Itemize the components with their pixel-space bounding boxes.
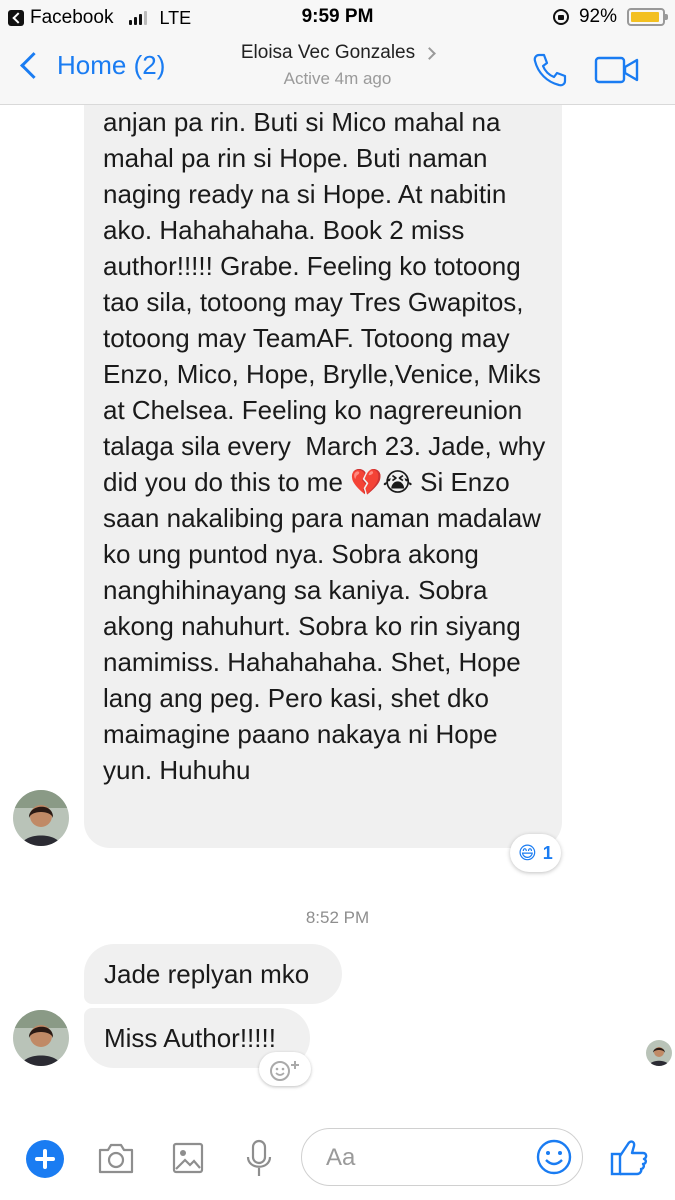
emoji-icon[interactable] [534, 1137, 574, 1177]
message-text: Jade replyan mko [104, 959, 310, 989]
contact-avatar[interactable] [13, 1010, 69, 1066]
contact-title[interactable]: Eloisa Vec Gonzales Active 4m ago [0, 42, 675, 89]
message-input[interactable]: Aa [301, 1128, 583, 1186]
active-status: Active 4m ago [283, 69, 392, 88]
add-reaction-button[interactable] [259, 1052, 311, 1086]
message-text: Miss Author!!!!! [104, 1023, 276, 1053]
rotation-lock-icon [552, 9, 569, 25]
avatar-photo-icon [13, 790, 69, 846]
reaction-count: 1 [542, 842, 553, 863]
thumbs-up-icon[interactable] [608, 1136, 650, 1178]
microphone-icon[interactable] [244, 1138, 274, 1178]
video-call-icon[interactable] [594, 54, 640, 86]
message-bubble-long[interactable]: anjan pa rin. Buti si Mico mahal na maha… [84, 60, 562, 848]
conversation-header: Home (2) Eloisa Vec Gonzales Active 4m a… [0, 34, 675, 105]
add-reaction-icon [270, 1061, 299, 1081]
camera-icon[interactable] [96, 1140, 136, 1176]
seen-photo-icon [646, 1040, 672, 1066]
chevron-right-icon [423, 46, 436, 60]
contact-name: Eloisa Vec Gonzales [240, 42, 416, 63]
image-gallery-icon[interactable] [171, 1140, 205, 1176]
contact-avatar[interactable] [13, 790, 69, 846]
message-bubble[interactable]: Jade replyan mko [84, 944, 342, 1004]
battery-percent: 92% [578, 6, 617, 27]
status-bar: Facebook LTE 9:59 PM 92% [0, 0, 675, 34]
timestamp: 8:52 PM [305, 908, 370, 927]
seen-avatar [646, 1040, 672, 1066]
composer-bar: Aa [0, 1116, 675, 1200]
avatar-photo-icon [13, 1010, 69, 1066]
reaction-badge[interactable]: 😄 1 [510, 834, 561, 872]
plus-icon[interactable] [26, 1140, 64, 1178]
message-input-placeholder: Aa [326, 1144, 356, 1171]
laugh-emoji-icon: 😄 [518, 842, 537, 863]
battery-icon [627, 8, 668, 26]
phone-call-icon[interactable] [530, 50, 570, 90]
